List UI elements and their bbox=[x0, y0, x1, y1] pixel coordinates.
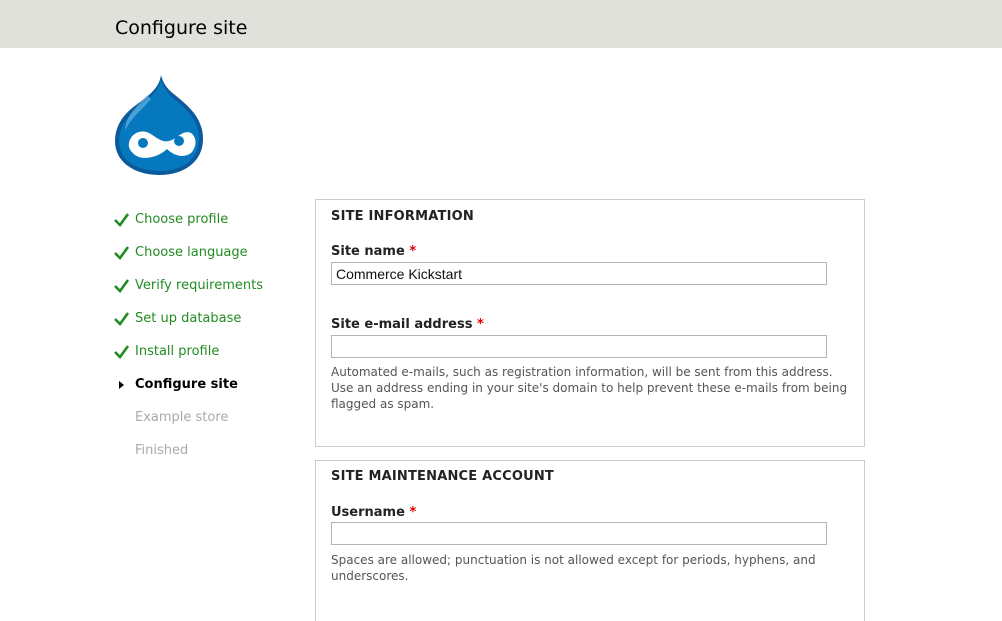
required-marker: * bbox=[409, 505, 417, 520]
step-label: Finished bbox=[135, 443, 189, 458]
page-header: Configure site bbox=[0, 0, 1002, 48]
step-label: Verify requirements bbox=[135, 278, 264, 293]
site-email-input[interactable] bbox=[331, 335, 827, 358]
site-email-description: Automated e-mails, such as registration … bbox=[331, 365, 848, 411]
drupal-logo-icon bbox=[115, 75, 203, 175]
fieldset-legend: SITE INFORMATION bbox=[331, 209, 474, 224]
triangle-right-icon bbox=[119, 381, 124, 389]
checkmark-icon bbox=[114, 246, 130, 260]
step-set-up-database: Set up database bbox=[113, 302, 263, 335]
required-marker: * bbox=[409, 244, 417, 259]
step-label: Configure site bbox=[135, 377, 238, 392]
page-title: Configure site bbox=[115, 17, 248, 39]
step-finished: Finished bbox=[113, 434, 263, 467]
step-example-store: Example store bbox=[113, 401, 263, 434]
step-label: Choose profile bbox=[135, 212, 229, 227]
site-maintenance-account-fieldset: SITE MAINTENANCE ACCOUNT Username * Spac… bbox=[315, 460, 865, 621]
site-name-input[interactable] bbox=[331, 262, 827, 285]
step-label: Set up database bbox=[135, 311, 242, 326]
required-marker: * bbox=[476, 317, 484, 332]
step-configure-site: Configure site bbox=[113, 368, 263, 401]
username-description: Spaces are allowed; punctuation is not a… bbox=[331, 553, 816, 583]
install-steps-list: Choose profile Choose language Verify re… bbox=[113, 203, 263, 467]
step-label: Choose language bbox=[135, 245, 248, 260]
step-choose-profile: Choose profile bbox=[113, 203, 263, 236]
step-label: Example store bbox=[135, 410, 229, 425]
username-input[interactable] bbox=[331, 522, 827, 545]
site-name-label: Site name * bbox=[331, 244, 417, 259]
username-label: Username * bbox=[331, 505, 417, 520]
checkmark-icon bbox=[114, 312, 130, 326]
site-information-fieldset: SITE INFORMATION Site name * Site e-mail… bbox=[315, 199, 865, 447]
checkmark-icon bbox=[114, 213, 130, 227]
site-email-label: Site e-mail address * bbox=[331, 317, 484, 332]
step-verify-requirements: Verify requirements bbox=[113, 269, 263, 302]
step-label: Install profile bbox=[135, 344, 220, 359]
checkmark-icon bbox=[114, 279, 130, 293]
step-install-profile: Install profile bbox=[113, 335, 263, 368]
step-choose-language: Choose language bbox=[113, 236, 263, 269]
fieldset-legend: SITE MAINTENANCE ACCOUNT bbox=[331, 469, 555, 484]
checkmark-icon bbox=[114, 345, 130, 359]
